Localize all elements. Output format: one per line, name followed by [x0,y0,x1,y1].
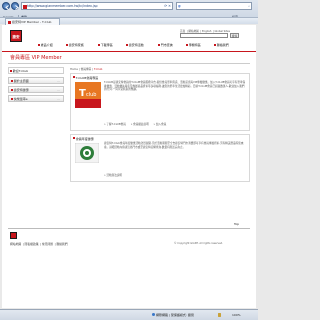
forward-arrow-icon [14,4,19,10]
browser-chrome: http://www.gianmember.com.tw/tc/index.js… [0,0,258,25]
tclub-section-title: T-CLUB會員專區 [73,76,98,80]
footer-links: 網站地圖 | 隱私權政策 | 常見問題 | 聯絡我們 [10,242,68,246]
sidebar-header-box: 歡迎T-Club [8,67,64,74]
footer-link-sitemap[interactable]: 網站地圖 [10,242,21,246]
bullet-icon [11,79,13,82]
nav-item-family[interactable]: 捷安特家族 [66,42,84,49]
nav-item-products[interactable]: 產品介紹 [38,42,53,49]
site-search-input[interactable] [180,33,228,38]
annual-offer-links: » 活動辦法說明 [104,173,246,177]
tclub-logo-icon: T club [75,82,101,108]
address-bar[interactable]: http://www.gianmember.com.tw/tc/index.js… [21,2,173,10]
annual-offer-title: 會員年度優惠 [73,137,94,141]
site-logo[interactable]: 捷安 [10,30,22,42]
sidebar-item-offers[interactable]: 捷安特優惠 ... [8,86,64,93]
svg-text:club: club [86,92,96,98]
annual-offer-section: 會員年度優惠 捷安特T-Club會員年度優惠活動熱烈展開,凡於活動期間至全台捷安… [70,134,250,182]
tclub-section: T-CLUB會員專區 T club T-CLUB是捷安特會員的T-CLUB會員服… [70,73,250,131]
breadcrumb: Home | 會員專區 | T-Club [70,67,103,71]
nav-item-downloads[interactable]: 下載專區 [98,42,113,49]
breadcrumb-current: T-Club [93,67,103,71]
sidebar-item-about[interactable]: 關於主頁面 ... [8,77,64,84]
annual-offer-link[interactable]: » 活動辦法說明 [104,174,122,177]
address-url: http://www.gianmember.com.tw/tc/index.js… [27,4,98,8]
footer-logo[interactable] [10,232,17,239]
footer-link-contact[interactable]: 聯絡我們 [56,242,67,246]
site-search-button[interactable]: 搜尋 [230,32,239,38]
tclub-link-join[interactable]: » 加入會員 [154,123,167,126]
zoom-level[interactable]: 100% [232,313,241,317]
tab-favicon-icon [7,20,11,24]
tclub-links: » 了解T-CLUB會員 » 會員權益說明 » 加入會員 [104,122,246,126]
footer-link-privacy[interactable]: 隱私權政策 [25,242,39,246]
web-page: 捷安 首頁 | 網站地圖 | English | Global Sites 搜尋 產品… [2,25,256,308]
tclub-link-about[interactable]: » 了解T-CLUB會員 [104,123,126,126]
address-row: http://www.gianmember.com.tw/tc/index.js… [0,0,258,12]
internet-zone-icon [152,313,155,316]
bullet-icon [11,97,13,100]
offer-badge-icon [75,143,99,163]
search-icon[interactable]: ⌕ [248,3,250,10]
nav-item-stores[interactable]: 門市查詢 [158,42,173,49]
banner-title: 會員專區 VIP Member [10,55,62,61]
section-banner: 會員專區 VIP Member [2,52,256,63]
nav-item-contact[interactable]: 聯絡我們 [214,42,229,49]
refresh-icon[interactable]: ⟳ ✕ [164,3,171,9]
tab-title: 捷安特VIP Member - T-Club [12,20,52,24]
security-icon [218,313,221,317]
svg-text:T: T [79,88,86,99]
sidebar-item-happy-bike[interactable]: 快樂單車e ... [8,95,64,102]
status-zone-text: 網際網路 | 受保護模式: 關閉 [156,313,194,317]
sidebar-header: 歡迎T-Club [10,69,28,73]
breadcrumb-members[interactable]: 會員專區 [81,67,92,71]
tab-active[interactable]: 捷安特VIP Member - T-Club [5,18,60,25]
site-header: 捷安 首頁 | 網站地圖 | English | Global Sites 搜尋 產品… [2,25,256,51]
footer-link-faq[interactable]: 常見問題 [42,242,53,246]
nav-item-columns[interactable]: 專欄特區 [186,42,201,49]
main-nav: 產品介紹 捷安特家族 下載專區 捷安特活動 門市查詢 專欄特區 聯絡我們 [38,42,248,49]
nav-item-events[interactable]: 捷安特活動 [126,42,144,49]
annual-offer-description: 捷安特T-Club會員年度優惠活動熱烈展開,凡於活動期間至全台捷安特門市消費即可… [104,142,244,149]
tclub-description: T-CLUB是捷安特會員的T-CLUB會員服務平台,提供會員單車資訊、活動訊息與… [104,81,246,92]
footer-divider [8,228,250,229]
tab-strip: 捷安特VIP Member - T-Club [0,17,258,25]
forward-button[interactable] [11,2,19,10]
back-to-top-link[interactable]: Top [234,222,239,226]
site-favicon-icon [23,4,27,9]
tclub-link-benefits[interactable]: » 會員權益說明 [131,123,149,126]
back-arrow-icon [4,4,9,10]
bullet-icon [11,88,13,91]
back-button[interactable] [2,2,10,10]
browser-search-box[interactable]: g ⌕ [176,2,252,10]
status-bar: 網際網路 | 受保護模式: 關閉 100% [0,309,258,320]
google-icon: g [178,4,181,8]
breadcrumb-home[interactable]: Home [70,67,78,71]
copyright: © Copyright GIANT. All rights reserved. [174,242,224,245]
